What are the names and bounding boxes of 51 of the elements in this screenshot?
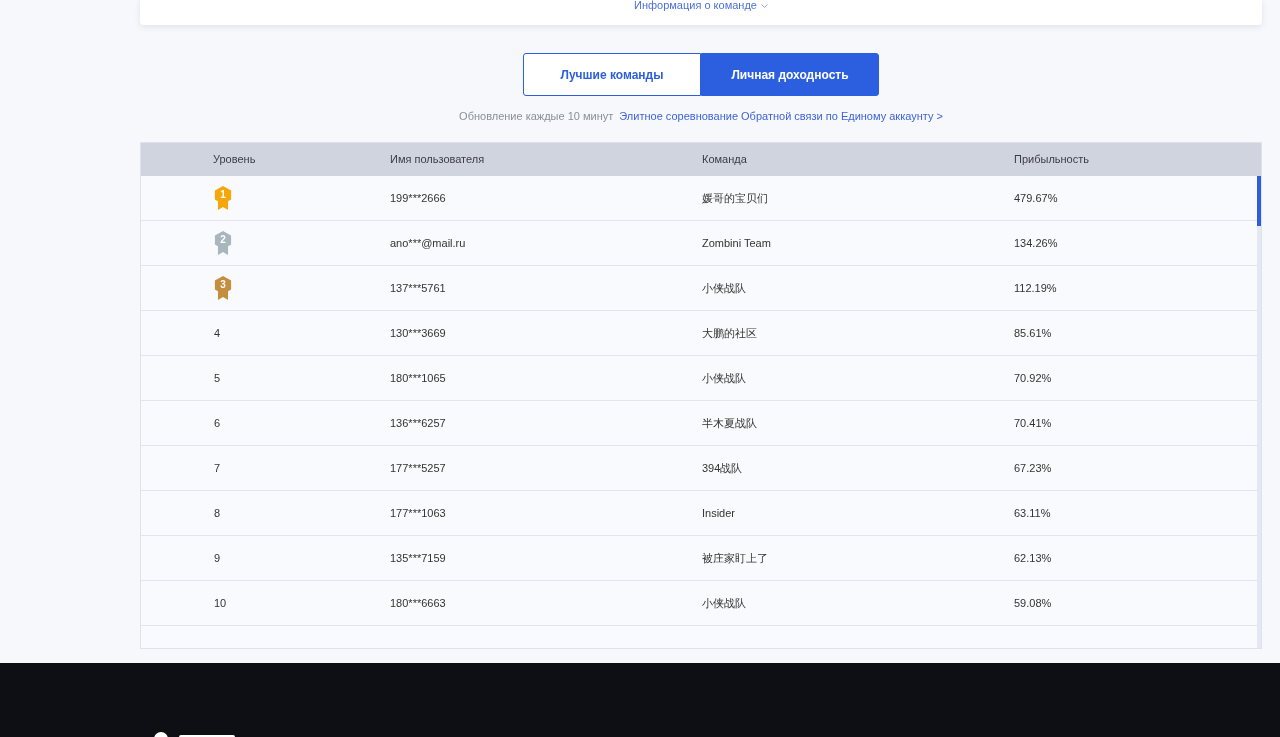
team-name-text: Insider (702, 506, 736, 519)
profit-text: 479.67% (1014, 191, 1058, 204)
scrollbar-thumb[interactable] (1257, 176, 1261, 226)
rank-text: 5 (214, 370, 221, 386)
profit-text: 62.13% (1014, 551, 1052, 564)
column-header: Уровень (213, 153, 256, 166)
username-text: 177***5257 (390, 461, 446, 474)
profit-text: 112.19% (1014, 281, 1057, 294)
tab[interactable]: Личная доходность (701, 53, 879, 96)
username-text: 177***1063 (390, 506, 446, 519)
tab[interactable]: Лучшие команды (523, 53, 701, 96)
team-name-text: Zombini Team (702, 236, 771, 249)
team-name-text: 大鹏的社区 (702, 326, 757, 339)
update-note: Обновление каждые 10 минут (459, 109, 614, 123)
profit-text: 70.92% (1014, 371, 1052, 384)
username-text: 199***2666 (390, 191, 446, 204)
profit-text: 67.23% (1014, 461, 1052, 474)
column-header: Прибыльность (1014, 153, 1089, 166)
competition-link[interactable]: Элитное соревнование Обратной связи по Единому аккаунту > (619, 109, 943, 123)
rank-text: 6 (214, 415, 221, 431)
username-text: 180***1065 (390, 371, 446, 384)
rank-text: 7 (214, 460, 221, 476)
column-header: Имя пользователя (390, 153, 485, 166)
rank-text: 4 (214, 325, 221, 341)
profit-text: 59.08% (1014, 596, 1052, 609)
profit-text: 63.11% (1014, 506, 1051, 519)
chevron-down-icon (760, 4, 768, 8)
medal-badge: 2 (214, 231, 232, 255)
team-name-text: 小侠战队 (702, 596, 746, 609)
medal-badge: 1 (214, 186, 232, 210)
team-name-text: 394战队 (702, 461, 743, 474)
medal-badge: 3 (214, 276, 232, 300)
username-text: 180***6663 (390, 596, 446, 609)
rank-text: 10 (214, 595, 227, 611)
rank-text: 9 (214, 550, 221, 566)
team-name-text: 媛哥的宝贝们 (702, 191, 768, 204)
username-text: 137***5761 (390, 281, 446, 294)
team-name-text: 小侠战队 (702, 371, 746, 384)
profit-text: 85.61% (1014, 326, 1052, 339)
rank-text: 8 (214, 505, 221, 521)
team-name-text: 半木夏战队 (702, 416, 757, 429)
profit-text: 134.26% (1014, 236, 1058, 249)
username-text: ano***@mail.ru (390, 236, 466, 249)
team-name-text: 小侠战队 (702, 281, 746, 294)
team-info-link[interactable]: Информация о команде (634, 0, 768, 10)
username-text: 135***7159 (390, 551, 446, 564)
column-header: Команда (702, 153, 747, 166)
username-text: 136***6257 (390, 416, 446, 429)
profit-text: 70.41% (1014, 416, 1052, 429)
team-name-text: 被庄家盯上了 (702, 551, 768, 564)
username-text: 130***3669 (390, 326, 446, 339)
